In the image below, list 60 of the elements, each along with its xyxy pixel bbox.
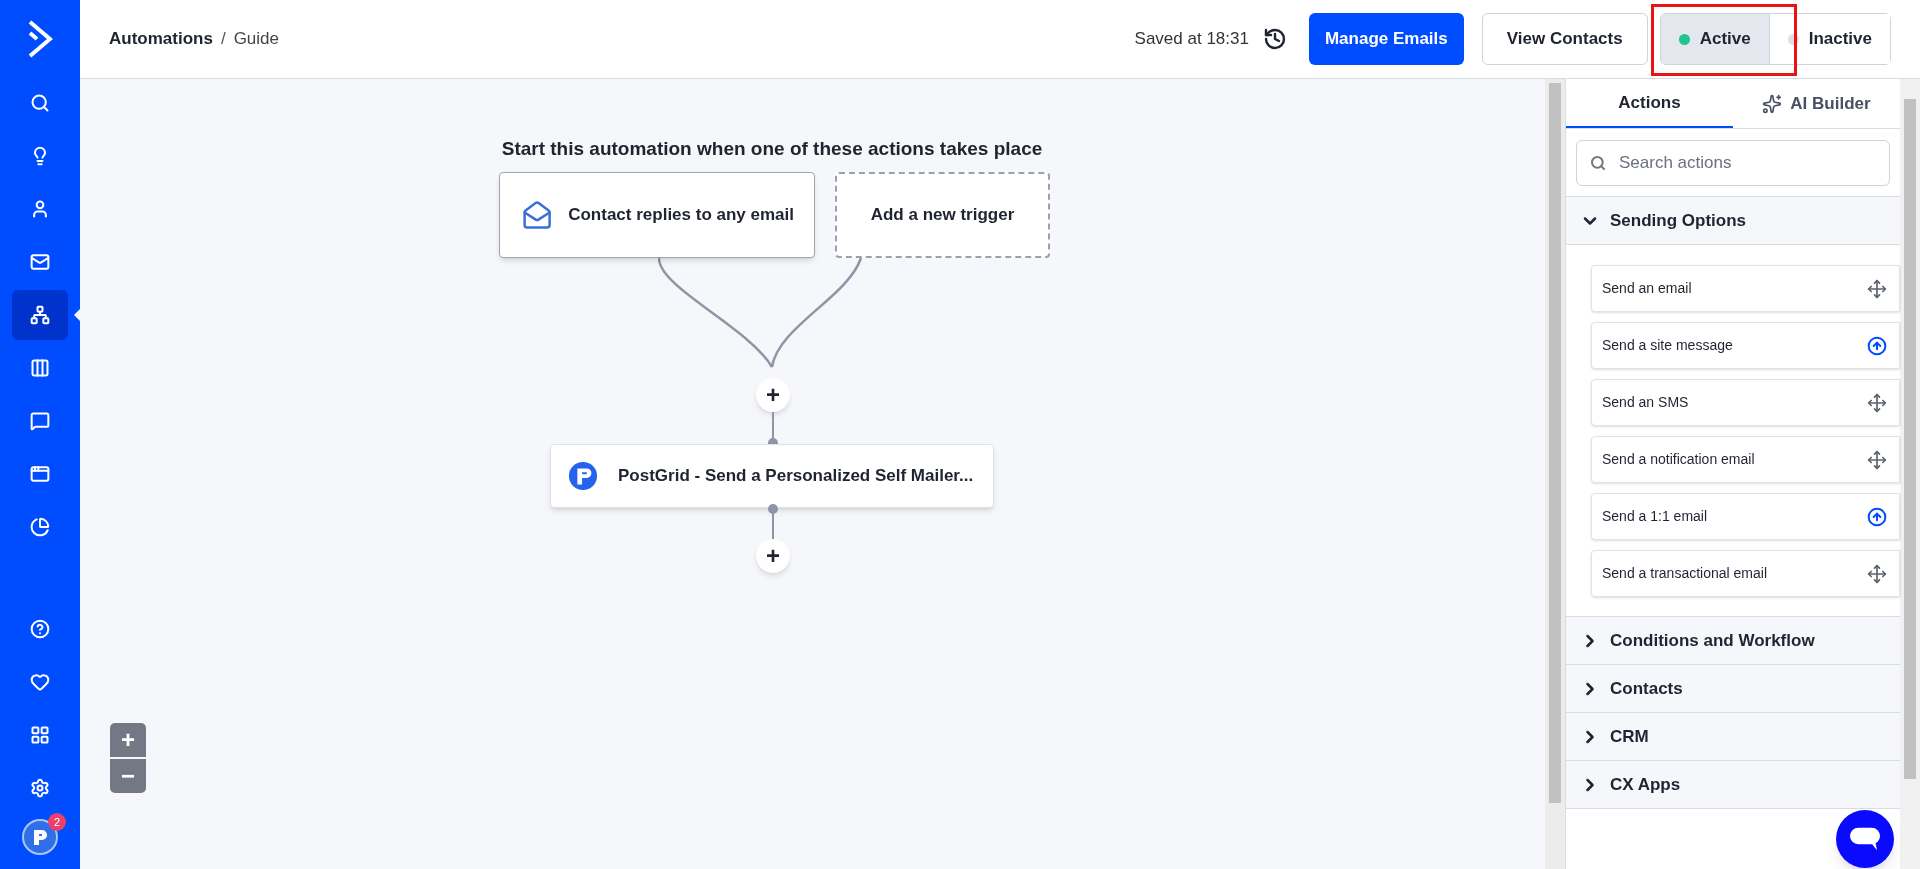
search-icon [1590, 155, 1606, 171]
move-icon [1867, 563, 1887, 584]
accordion-header[interactable]: CX Apps [1566, 760, 1900, 809]
help-icon [30, 619, 50, 639]
action-item[interactable]: Send an email [1591, 265, 1900, 312]
person-icon [30, 199, 50, 219]
action-item[interactable]: Send a notification email [1591, 436, 1900, 483]
breadcrumb-separator: / [220, 28, 226, 51]
heart-icon [30, 672, 50, 692]
manage-emails-button[interactable]: Manage Emails [1308, 13, 1464, 65]
avatar[interactable] [22, 819, 58, 855]
add-trigger-card[interactable]: Add a new trigger [835, 172, 1050, 258]
action-item[interactable]: Send a transactional email [1591, 550, 1900, 597]
envelope-icon [30, 252, 50, 272]
canvas-title: Start this automation when one of these actions takes place [500, 137, 1044, 161]
logo-icon [568, 461, 598, 491]
zoom-in-button[interactable]: + [110, 723, 146, 757]
add-step-button[interactable]: + [756, 378, 790, 412]
chat-button[interactable] [1836, 810, 1894, 868]
saved-status: Saved at 18:31 [1134, 28, 1249, 51]
move-icon [1867, 449, 1887, 470]
action-item[interactable]: Send a 1:1 email [1591, 493, 1900, 540]
chat-icon [1850, 826, 1880, 852]
trigger-card[interactable]: Contact replies to any email [499, 172, 815, 258]
connector-line [768, 504, 778, 540]
action-label: PostGrid - Send a Personalized Self Mailer... [618, 465, 974, 488]
panel-tab[interactable]: Actions [1566, 79, 1733, 128]
accordion-header[interactable]: Sending Options [1566, 196, 1900, 245]
breadcrumb-current: Guide [233, 28, 279, 51]
upgrade-icon [1867, 506, 1887, 527]
history-icon[interactable] [1262, 27, 1287, 51]
apps-grid-icon [30, 725, 50, 745]
view-contacts-button[interactable]: View Contacts [1481, 13, 1648, 65]
sidebar-item[interactable] [12, 290, 68, 340]
flowchart-icon [30, 305, 50, 325]
upgrade-icon [1867, 335, 1887, 356]
status-toggle[interactable]: Active [1660, 14, 1769, 64]
add-step-button[interactable]: + [756, 539, 790, 573]
breadcrumb-link[interactable]: Automations [109, 26, 213, 52]
accordion-header[interactable]: CRM [1566, 712, 1900, 761]
action-item[interactable]: Send an SMS [1591, 379, 1900, 426]
browser-window-icon [30, 464, 50, 484]
panel-tab[interactable]: AI Builder [1733, 79, 1900, 128]
action-item[interactable]: Send a site message [1591, 322, 1900, 369]
columns-icon [30, 358, 50, 378]
accordion-header[interactable]: Contacts [1566, 664, 1900, 713]
pie-chart-icon [30, 517, 50, 537]
sparkle-icon [1762, 93, 1783, 114]
search-icon [30, 93, 50, 113]
action-card[interactable]: PostGrid - Send a Personalized Self Mailer... [550, 444, 994, 508]
zoom-out-button[interactable]: − [110, 759, 146, 793]
move-icon [1867, 278, 1887, 299]
accordion-header[interactable]: Conditions and Workflow [1566, 616, 1900, 665]
logo-icon [27, 20, 53, 58]
status-toggle[interactable]: Inactive [1768, 14, 1890, 64]
chat-bubble-icon [30, 411, 50, 431]
search-field[interactable]: Search actions [1576, 140, 1890, 186]
settings-icon [30, 778, 50, 798]
notification-badge: 2 [48, 813, 66, 831]
move-icon [1867, 392, 1887, 413]
